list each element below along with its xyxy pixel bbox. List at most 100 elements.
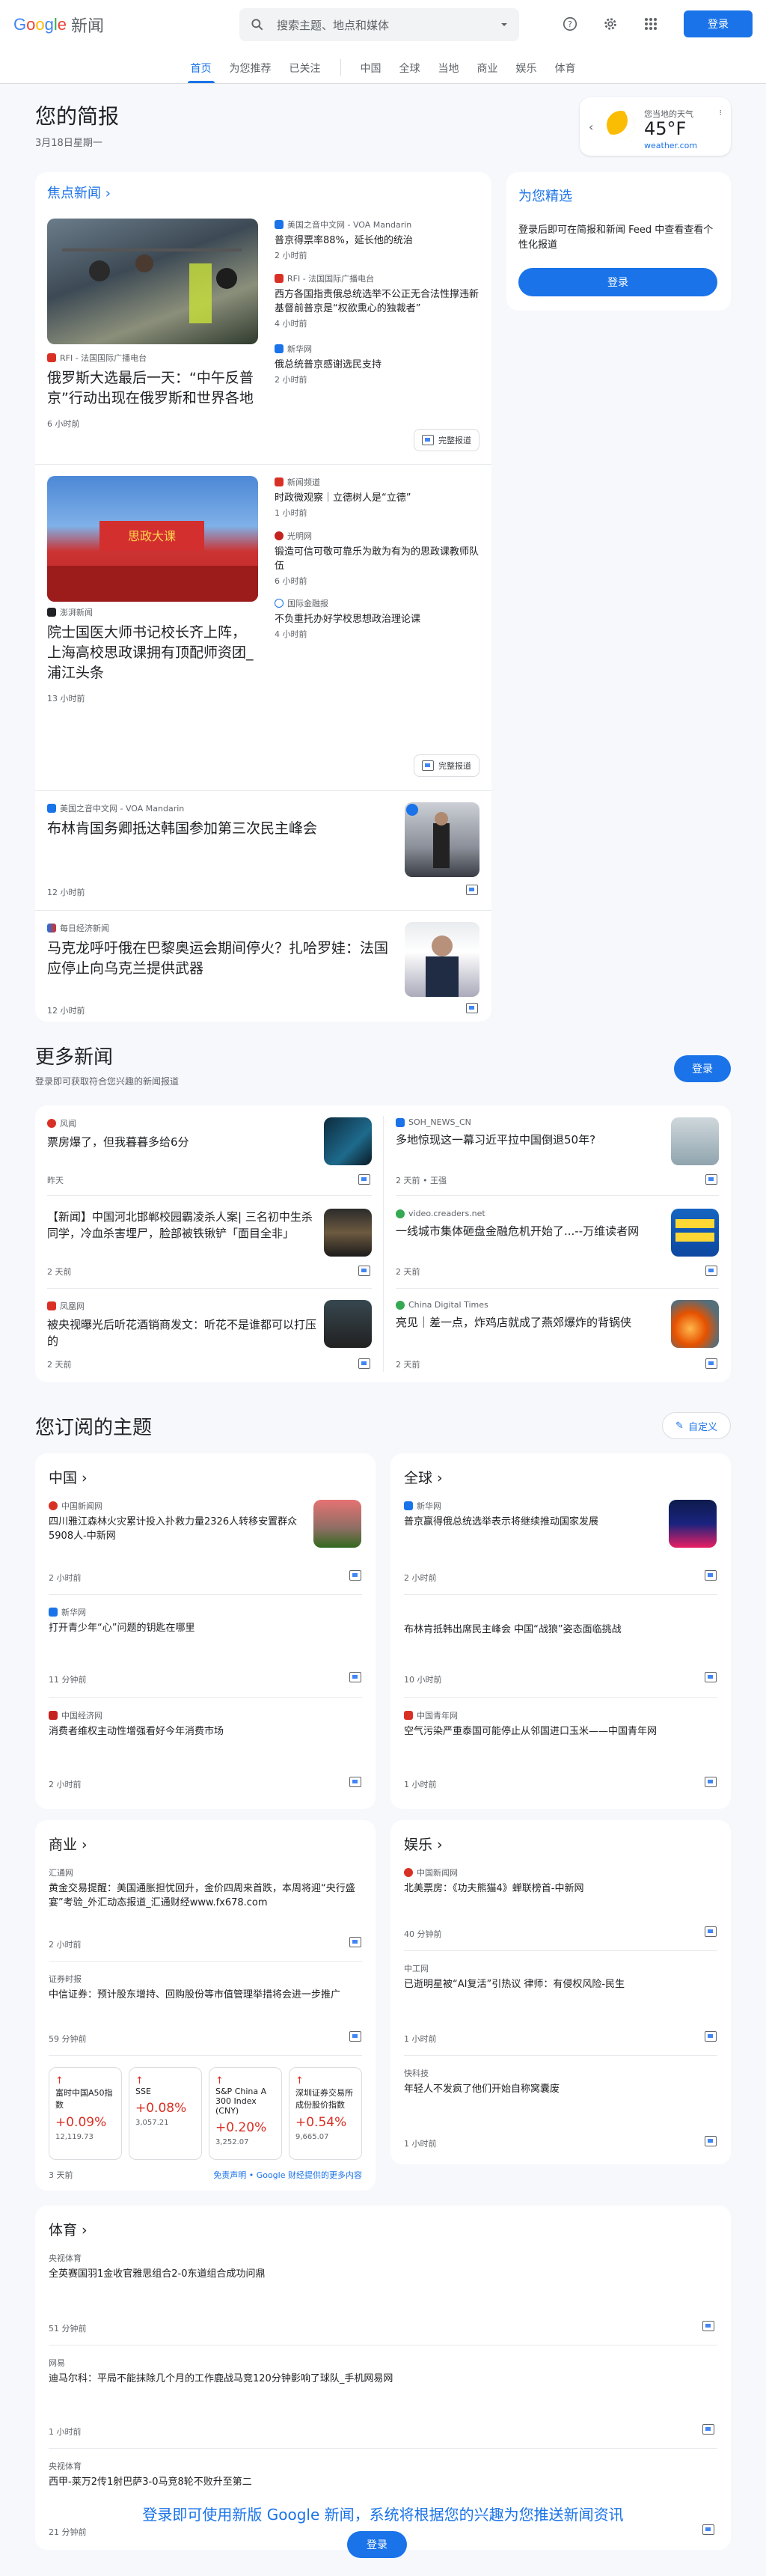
tab-world[interactable]: 全球 xyxy=(390,61,429,83)
tab-business[interactable]: 商业 xyxy=(468,61,507,83)
story-title[interactable]: 已逝明星被“AI复活”引热议 律师：有侵权风险-民生 xyxy=(404,1977,718,1991)
story-thumbnail[interactable] xyxy=(405,922,479,997)
side-story[interactable]: 新闻频道 时政微观察｜立德树人是“立德” 1 小时前 xyxy=(275,476,479,530)
more-options-icon[interactable]: ⁝ xyxy=(720,108,723,117)
tab-following[interactable]: 已关注 xyxy=(281,61,330,83)
story-title[interactable]: 布林肯国务卿抵达韩国参加第三次民主峰会 xyxy=(47,819,399,839)
side-story[interactable]: 光明网 锻造可信可敬可靠乐为敢为有为的思政课教师队伍 6 小时前 xyxy=(275,530,479,597)
topic-story[interactable]: 中国新闻网 四川雅江森林火灾累计投入扑救力量2326人转移安置群众5908人-中… xyxy=(49,1500,303,1543)
story-title[interactable]: 西方各国指责俄总统选举不公正无合法性撑违新基督前普京是“权欲熏心的独裁者” xyxy=(275,287,479,316)
story-title[interactable]: 院士国医大师书记校长齐上阵，上海高校思政课拥有顶配师资团_浦江头条 xyxy=(47,623,258,683)
full-coverage-icon[interactable] xyxy=(705,1174,717,1185)
full-coverage-icon[interactable] xyxy=(349,1937,361,1947)
full-coverage-icon[interactable] xyxy=(702,2321,714,2331)
story-title[interactable]: 被央视曝光后听花酒销商发文：听花不是谁都可以打压的 xyxy=(47,1316,316,1349)
topic-heading[interactable]: 全球 › xyxy=(404,1467,443,1487)
story-title[interactable]: 时政微观察｜立德树人是“立德” xyxy=(275,491,479,505)
topic-story[interactable]: 证券时报 中信证券：预计股东增持、回购股份等市值管理举措将会进一步推广 xyxy=(49,1973,363,2002)
news-item[interactable]: China Digital Times 亮见｜差一点，炸鸡店就成了燕郊爆炸的背锅… xyxy=(396,1300,665,1331)
story-thumbnail[interactable] xyxy=(324,1209,372,1257)
topic-story[interactable]: 央视体育 全英赛国羽1金收官雅思组合2-0东道组合成功问鼎 xyxy=(49,2252,707,2281)
topic-story[interactable]: 快科技 年轻人不发疯了他们开始自称窝囊废 xyxy=(404,2067,718,2096)
side-story[interactable]: 国际金融报 不负重托办好学校思想政治理论课 4 小时前 xyxy=(275,597,479,640)
full-coverage-icon[interactable] xyxy=(466,1003,478,1013)
story-title[interactable]: 迪马尔科：平局不能抹除几个月的工作鹿战马竞120分钟影响了球队_手机网易网 xyxy=(49,2372,707,2386)
story-title[interactable]: 布林肯抵韩出席民主峰会 中国“战狼”姿态面临挑战 xyxy=(404,1623,718,1637)
story-title[interactable]: 黄金交易提醒：美国通胀担忧回升，金价四周来首跌，本周将迎“央行盛宴”考验_外汇动… xyxy=(49,1881,363,1910)
full-coverage-icon[interactable] xyxy=(702,2424,714,2435)
login-button[interactable]: 登录 xyxy=(684,10,753,37)
full-coverage-icon[interactable] xyxy=(349,2031,361,2042)
google-news-logo[interactable]: Google 新闻 xyxy=(13,13,239,37)
story-title[interactable]: 西甲-莱万2传1射巴萨3-0马竞8轮不败升至第二 xyxy=(49,2475,707,2489)
single-story[interactable]: 美国之音中文网 - VOA Mandarin 布林肯国务卿抵达韩国参加第三次民主… xyxy=(47,802,399,839)
search-input[interactable]: 搜索主题、地点和媒体 xyxy=(277,17,488,33)
footer-login-button[interactable]: 登录 xyxy=(347,2531,407,2558)
news-item[interactable]: 风闻 票房爆了，但我暮暮多给6分 xyxy=(47,1117,316,1150)
topic-story[interactable]: 布林肯抵韩出席民主峰会 中国“战狼”姿态面临挑战 xyxy=(404,1623,718,1637)
top-stories-heading[interactable]: 焦点新闻 › xyxy=(47,183,111,202)
full-coverage-icon[interactable] xyxy=(705,1672,717,1682)
full-coverage-icon[interactable] xyxy=(358,1358,370,1369)
story-image[interactable] xyxy=(47,219,258,344)
apps-grid-icon[interactable] xyxy=(637,10,664,37)
cluster-main-story[interactable]: 澎湃新闻 院士国医大师书记校长齐上阵，上海高校思政课拥有顶配师资团_浦江头条 1… xyxy=(47,606,258,704)
stock-tile[interactable]: ↑ 深圳证券交易所成份股价指数 +0.54% 9,665.07 xyxy=(289,2067,362,2160)
help-icon[interactable]: ? xyxy=(557,10,583,37)
story-title[interactable]: 普京得票率88%，延长他的统治 xyxy=(275,234,479,248)
story-title[interactable]: 普京赢得俄总统选举表示将继续推动国家发展 xyxy=(404,1515,658,1529)
finance-disclaimer-link[interactable]: 免责声明 • Google 财经提供的更多内容 xyxy=(213,2169,362,2181)
news-item[interactable]: 凤凰网 被央视曝光后听花酒销商发文：听花不是谁都可以打压的 xyxy=(47,1300,316,1349)
cluster-main-story[interactable]: RFI - 法国国际广播电台 俄罗斯大选最后一天：“中午反普京”行动出现在俄罗斯… xyxy=(47,352,258,430)
stock-tile[interactable]: ↑ S&P China A 300 Index (CNY) +0.20% 3,252.… xyxy=(209,2067,282,2160)
weather-widget[interactable]: ‹ 您当地的天气 45°F weather.com ⁝ xyxy=(580,97,731,156)
story-title[interactable]: 俄罗斯大选最后一天：“中午反普京”行动出现在俄罗斯和世界各地 xyxy=(47,368,258,409)
full-coverage-icon[interactable] xyxy=(358,1266,370,1276)
topic-story[interactable]: 汇通网 黄金交易提醒：美国通胀担忧回升，金价四周来首跌，本周将迎“央行盛宴”考验… xyxy=(49,1867,363,1910)
topic-heading[interactable]: 商业 › xyxy=(49,1834,88,1854)
side-story[interactable]: RFI - 法国国际广播电台 西方各国指责俄总统选举不公正无合法性撑违新基督前普… xyxy=(275,272,479,343)
story-title[interactable]: 亮见｜差一点，炸鸡店就成了燕郊爆炸的背锅侠 xyxy=(396,1314,665,1331)
story-thumbnail[interactable] xyxy=(313,1500,361,1548)
topic-story[interactable]: 新华网 打开青少年“心”问题的钥匙在哪里 xyxy=(49,1606,363,1635)
weather-source-link[interactable]: weather.com xyxy=(644,141,697,150)
single-story[interactable]: 每日经济新闻 马克龙呼吁俄在巴黎奥运会期间停火？扎哈罗娃：法国应停止向乌克兰提供… xyxy=(47,922,399,979)
dropdown-arrow-icon[interactable] xyxy=(500,20,509,29)
story-title[interactable]: 中信证券：预计股东增持、回购股份等市值管理举措将会进一步推广 xyxy=(49,1988,363,2002)
story-title[interactable]: 马克龙呼吁俄在巴黎奥运会期间停火？扎哈罗娃：法国应停止向乌克兰提供武器 xyxy=(47,938,399,979)
topic-story[interactable]: 央视体育 西甲-莱万2传1射巴萨3-0马竞8轮不败升至第二 xyxy=(49,2460,707,2489)
news-item[interactable]: video.creaders.net 一线城市集体砸盘金融危机开始了...--万… xyxy=(396,1209,665,1239)
stock-tile[interactable]: ↑ SSE +0.08% 3,057.21 xyxy=(129,2067,202,2160)
story-title[interactable]: 一线城市集体砸盘金融危机开始了...--万维读者网 xyxy=(396,1223,665,1239)
full-coverage-icon[interactable] xyxy=(349,1570,361,1581)
story-title[interactable]: 四川雅江森林火灾累计投入扑救力量2326人转移安置群众5908人-中新网 xyxy=(49,1515,303,1543)
story-title[interactable]: 空气污染严重泰国可能停止从邻国进口玉米——中国青年网 xyxy=(404,1724,718,1739)
full-coverage-icon[interactable] xyxy=(349,1777,361,1787)
story-title[interactable]: 多地惊现这一幕习近平拉中国倒退50年? xyxy=(396,1132,665,1148)
topic-heading[interactable]: 体育 › xyxy=(49,2219,88,2239)
settings-gear-icon[interactable] xyxy=(597,10,624,37)
story-title[interactable]: 打开青少年“心”问题的钥匙在哪里 xyxy=(49,1621,363,1635)
news-item[interactable]: 【新闻】中国河北邯郸校园霸凌杀人案| 三名初中生杀同学，冷血杀害埋尸，脸部被铁锹… xyxy=(47,1209,316,1242)
picks-login-button[interactable]: 登录 xyxy=(518,268,717,296)
story-title[interactable]: 年轻人不发疯了他们开始自称窝囊废 xyxy=(404,2082,718,2096)
story-image[interactable]: 思政大课 xyxy=(47,476,258,602)
full-coverage-icon[interactable] xyxy=(466,885,478,895)
tab-entertainment[interactable]: 娱乐 xyxy=(507,61,546,83)
side-story[interactable]: 新华网 俄总统普京感谢选民支持 2 小时前 xyxy=(275,343,479,385)
search-bar[interactable]: 搜索主题、地点和媒体 xyxy=(239,8,519,41)
topic-story[interactable]: 中国经济网 消费者维权主动性增强看好今年消费市场 xyxy=(49,1709,363,1739)
full-coverage-button[interactable]: 完整报道 xyxy=(414,754,479,777)
tab-local[interactable]: 当地 xyxy=(429,61,468,83)
topic-story[interactable]: 中国新闻网 北美票房：《功夫熊猫4》蝉联榜首-中新网 xyxy=(404,1867,718,1896)
story-thumbnail[interactable] xyxy=(324,1117,372,1165)
story-title[interactable]: 锻造可信可敬可靠乐为敢为有为的思政课教师队伍 xyxy=(275,545,479,573)
story-title[interactable]: 票房爆了，但我暮暮多给6分 xyxy=(47,1134,316,1150)
full-coverage-icon[interactable] xyxy=(358,1174,370,1185)
full-coverage-icon[interactable] xyxy=(705,2031,717,2042)
story-title[interactable]: 全英赛国羽1金收官雅思组合2-0东道组合成功问鼎 xyxy=(49,2267,707,2281)
story-title[interactable]: 【新闻】中国河北邯郸校园霸凌杀人案| 三名初中生杀同学，冷血杀害埋尸，脸部被铁锹… xyxy=(47,1209,316,1242)
story-thumbnail[interactable] xyxy=(405,802,479,877)
full-coverage-icon[interactable] xyxy=(705,1570,717,1581)
story-thumbnail[interactable] xyxy=(671,1209,719,1257)
